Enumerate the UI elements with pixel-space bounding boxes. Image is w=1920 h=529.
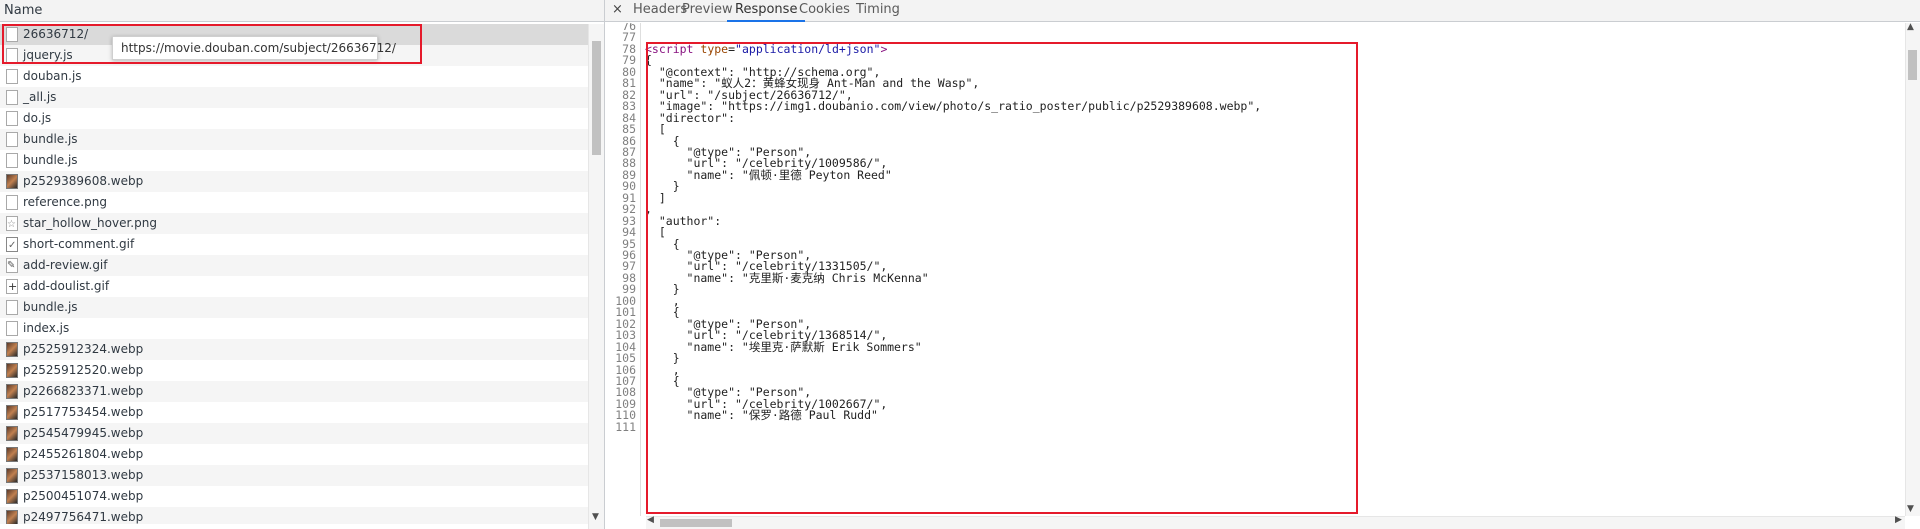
code-line: "name": "克里斯·麦克纳 Chris McKenna" [645,270,929,285]
request-row[interactable]: do.js [0,108,588,129]
plus-image-icon [6,276,18,297]
url-tooltip: https://movie.douban.com/subject/2663671… [112,36,396,60]
request-row[interactable]: p2545479945.webp [0,423,588,444]
request-row[interactable]: _all.js [0,87,588,108]
scroll-down-arrow-icon[interactable]: ▼ [592,512,599,522]
image-thumbnail-icon [6,468,18,483]
request-name: p2455261804.webp [23,447,144,461]
scroll-right-arrow-icon[interactable]: ▶ [1895,515,1902,525]
name-column-header[interactable]: Name [0,0,604,22]
image-thumbnail-icon [6,405,18,420]
request-row[interactable]: p2497756471.webp [0,507,588,524]
response-source-viewer[interactable]: 76 77 78 79 80 81 82 83 84 85 86 87 88 89 90 91 92 93 94 95… [605,23,1905,516]
document-icon [6,321,18,336]
request-name: reference.png [23,195,107,209]
image-thumbnail-icon [6,363,18,378]
code-line: "name": "埃里克·萨默斯 Erik Sommers" [645,339,922,354]
request-name: bundle.js [23,300,78,314]
request-name: p2500451074.webp [23,489,144,503]
document-icon [6,195,18,210]
request-name: index.js [23,321,70,335]
response-vertical-scroll-thumb[interactable] [1908,50,1917,80]
request-name: douban.js [23,69,82,83]
request-row[interactable]: index.js [0,318,588,339]
response-horizontal-scrollbar[interactable] [646,516,1905,529]
request-name: add-doulist.gif [23,279,110,293]
tab-timing[interactable]: Timing [848,0,908,22]
line-number-gutter: 76 77 78 79 80 81 82 83 84 85 86 87 88 89 90 91 92 93 94 95… [605,23,641,516]
response-vertical-scrollbar[interactable] [1905,23,1920,516]
request-name: p2529389608.webp [23,174,144,188]
request-row[interactable]: reference.png [0,192,588,213]
request-name: do.js [23,111,52,125]
request-row[interactable]: add-review.gif [0,255,588,276]
request-name: p2545479945.webp [23,426,144,440]
document-icon [6,153,18,168]
request-row[interactable]: p2525912520.webp [0,360,588,381]
close-icon[interactable]: × [612,2,623,17]
request-name: p2525912520.webp [23,363,144,377]
star-image-icon [6,214,18,235]
document-icon [6,27,18,42]
scroll-down-arrow-icon[interactable]: ▼ [1907,504,1914,514]
scroll-up-arrow-icon[interactable]: ▲ [1907,22,1914,32]
request-name: short-comment.gif [23,237,135,251]
request-row[interactable]: p2455261804.webp [0,444,588,465]
request-row[interactable]: douban.js [0,66,588,87]
request-name: p2525912324.webp [23,342,144,356]
request-row[interactable]: p2500451074.webp [0,486,588,507]
code-line: "image": "https://img1.doubanio.com/view… [645,99,1262,114]
request-row[interactable]: bundle.js [0,297,588,318]
request-row[interactable]: star_hollow_hover.png [0,213,588,235]
request-name: p2517753454.webp [23,405,144,419]
request-name: bundle.js [23,132,78,146]
request-name: p2497756471.webp [23,510,144,524]
scroll-left-arrow-icon[interactable]: ◀ [647,515,654,525]
code-area[interactable]: <script type="application/ld+json">{ "@c… [645,23,1905,516]
request-row[interactable]: short-comment.gif [0,234,588,256]
name-column-label: Name [4,3,43,18]
request-row[interactable]: p2537158013.webp [0,465,588,486]
request-list-panel: Name 26636712/jquery.js douban.js _all.jsd… [0,0,604,529]
request-name: jquery.js [23,48,73,62]
image-thumbnail-icon [6,447,18,462]
request-row[interactable]: p2517753454.webp [0,402,588,423]
request-name: 26636712/ [23,27,89,41]
image-thumbnail-icon [6,174,18,189]
code-line: <script type="application/ld+json"> [645,41,888,56]
document-icon [6,300,18,315]
request-list-scroll-thumb[interactable] [592,41,601,155]
request-detail-panel: × Headers Preview Response Cookies Timin… [605,0,1920,529]
image-thumbnail-icon [6,342,18,357]
request-row[interactable]: add-doulist.gif [0,276,588,297]
request-name: p2537158013.webp [23,468,144,482]
request-row[interactable]: p2266823371.webp [0,381,588,402]
request-name: p2266823371.webp [23,384,144,398]
request-row[interactable]: p2529389608.webp [0,171,588,192]
request-name: star_hollow_hover.png [23,216,157,230]
code-line: "name": "佩顿·里德 Peyton Reed" [645,167,892,182]
image-thumbnail-icon [6,489,18,504]
document-icon [6,132,18,147]
request-name: bundle.js [23,153,78,167]
comment-image-icon [6,235,18,256]
image-thumbnail-icon [6,510,18,524]
response-horizontal-scroll-thumb[interactable] [660,519,732,527]
image-thumbnail-icon [6,426,18,441]
request-list: 26636712/jquery.js douban.js _all.js do.js b… [0,24,588,524]
document-icon [6,90,18,105]
request-row[interactable]: p2525912324.webp [0,339,588,360]
document-icon [6,48,18,63]
request-row[interactable]: bundle.js [0,129,588,150]
code-line: "name": "保罗·路德 Paul Rudd" [645,408,878,423]
detail-tab-bar: × Headers Preview Response Cookies Timin… [605,0,1920,22]
request-row[interactable]: bundle.js [0,150,588,171]
image-thumbnail-icon [6,384,18,399]
pencil-image-icon [6,255,18,276]
document-icon [6,111,18,126]
document-icon [6,69,18,84]
line-number: 111 [615,419,636,434]
request-name: _all.js [23,90,57,104]
request-name: add-review.gif [23,258,108,272]
